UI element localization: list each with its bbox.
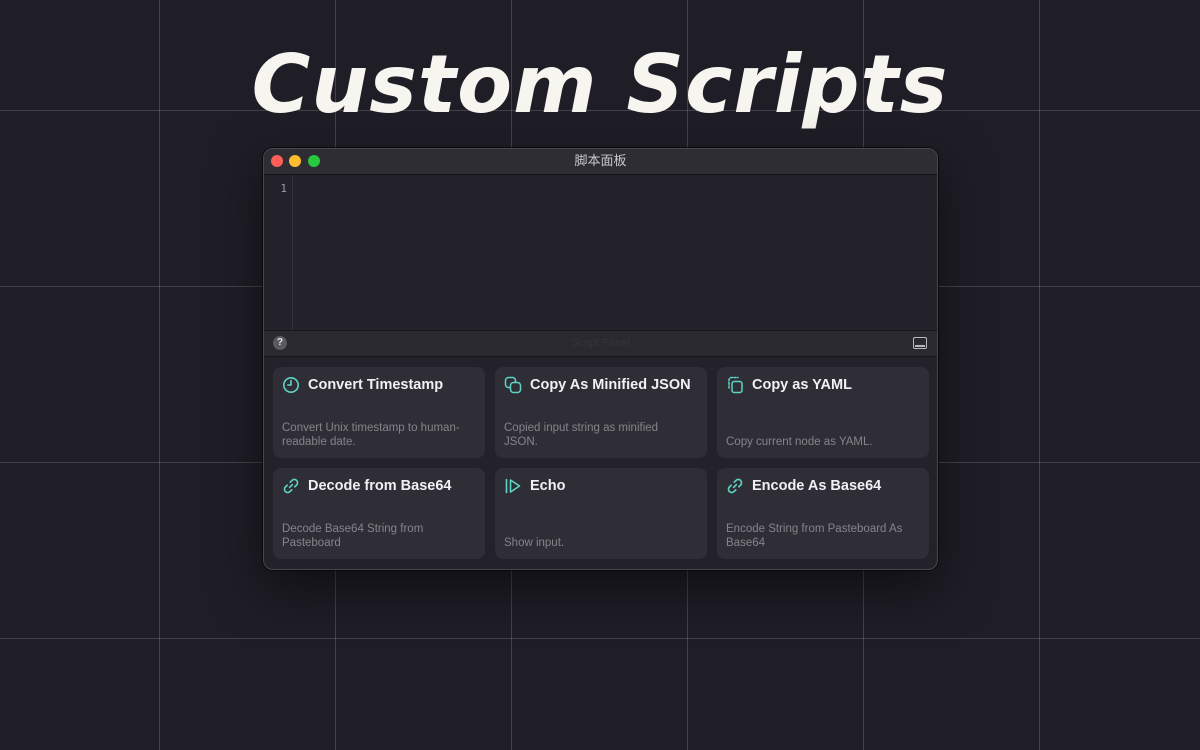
script-card-decode-from-base64[interactable]: Decode from Base64 Decode Base64 String … xyxy=(273,468,485,559)
editor-text-area[interactable] xyxy=(294,175,934,330)
status-text: Script Panel xyxy=(570,337,631,349)
hero-title: Custom Scripts xyxy=(251,38,949,131)
script-card-copy-as-minified-json[interactable]: Copy As Minified JSON Copied input strin… xyxy=(495,367,707,458)
script-panel-window: 脚本面板 1 ? Script Panel Convert Timestamp … xyxy=(263,148,938,570)
copy-document-icon xyxy=(728,376,743,394)
script-card-description: Decode Base64 String from Pasteboard xyxy=(282,523,424,549)
script-card-description: Copy current node as YAML. xyxy=(726,436,873,448)
script-card-echo[interactable]: Echo Show input. xyxy=(495,468,707,559)
script-card-title: Encode As Base64 xyxy=(752,478,882,494)
toggle-panel-icon[interactable] xyxy=(913,337,927,349)
script-editor[interactable]: 1 xyxy=(264,175,937,330)
script-card-copy-as-yaml[interactable]: Copy as YAML Copy current node as YAML. xyxy=(717,367,929,458)
line-number: 1 xyxy=(280,182,287,195)
script-card-title: Copy As Minified JSON xyxy=(530,377,691,393)
link-icon xyxy=(283,478,299,494)
clock-icon xyxy=(283,377,299,393)
script-card-title: Convert Timestamp xyxy=(308,377,444,393)
script-card-description: Copied input string as minified JSON. xyxy=(504,422,659,448)
script-card-title: Decode from Base64 xyxy=(308,478,452,494)
script-card-description: Convert Unix timestamp to human-readable… xyxy=(282,422,460,448)
window-titlebar: 脚本面板 xyxy=(264,149,937,175)
copy-icon xyxy=(504,376,522,394)
script-card-convert-timestamp[interactable]: Convert Timestamp Convert Unix timestamp… xyxy=(273,367,485,458)
link-icon xyxy=(727,478,743,494)
script-card-title: Copy as YAML xyxy=(752,377,852,393)
status-bar: ? Script Panel xyxy=(264,330,937,357)
script-cards-grid: Convert Timestamp Convert Unix timestamp… xyxy=(273,367,929,559)
script-card-description: Show input. xyxy=(504,537,565,549)
play-icon xyxy=(505,478,521,494)
script-card-title: Echo xyxy=(530,478,566,494)
line-number-gutter: 1 xyxy=(264,175,293,330)
window-title: 脚本面板 xyxy=(574,154,627,169)
script-card-encode-as-base64[interactable]: Encode As Base64 Encode String from Past… xyxy=(717,468,929,559)
script-card-description: Encode String from Pasteboard As Base64 xyxy=(726,523,903,549)
